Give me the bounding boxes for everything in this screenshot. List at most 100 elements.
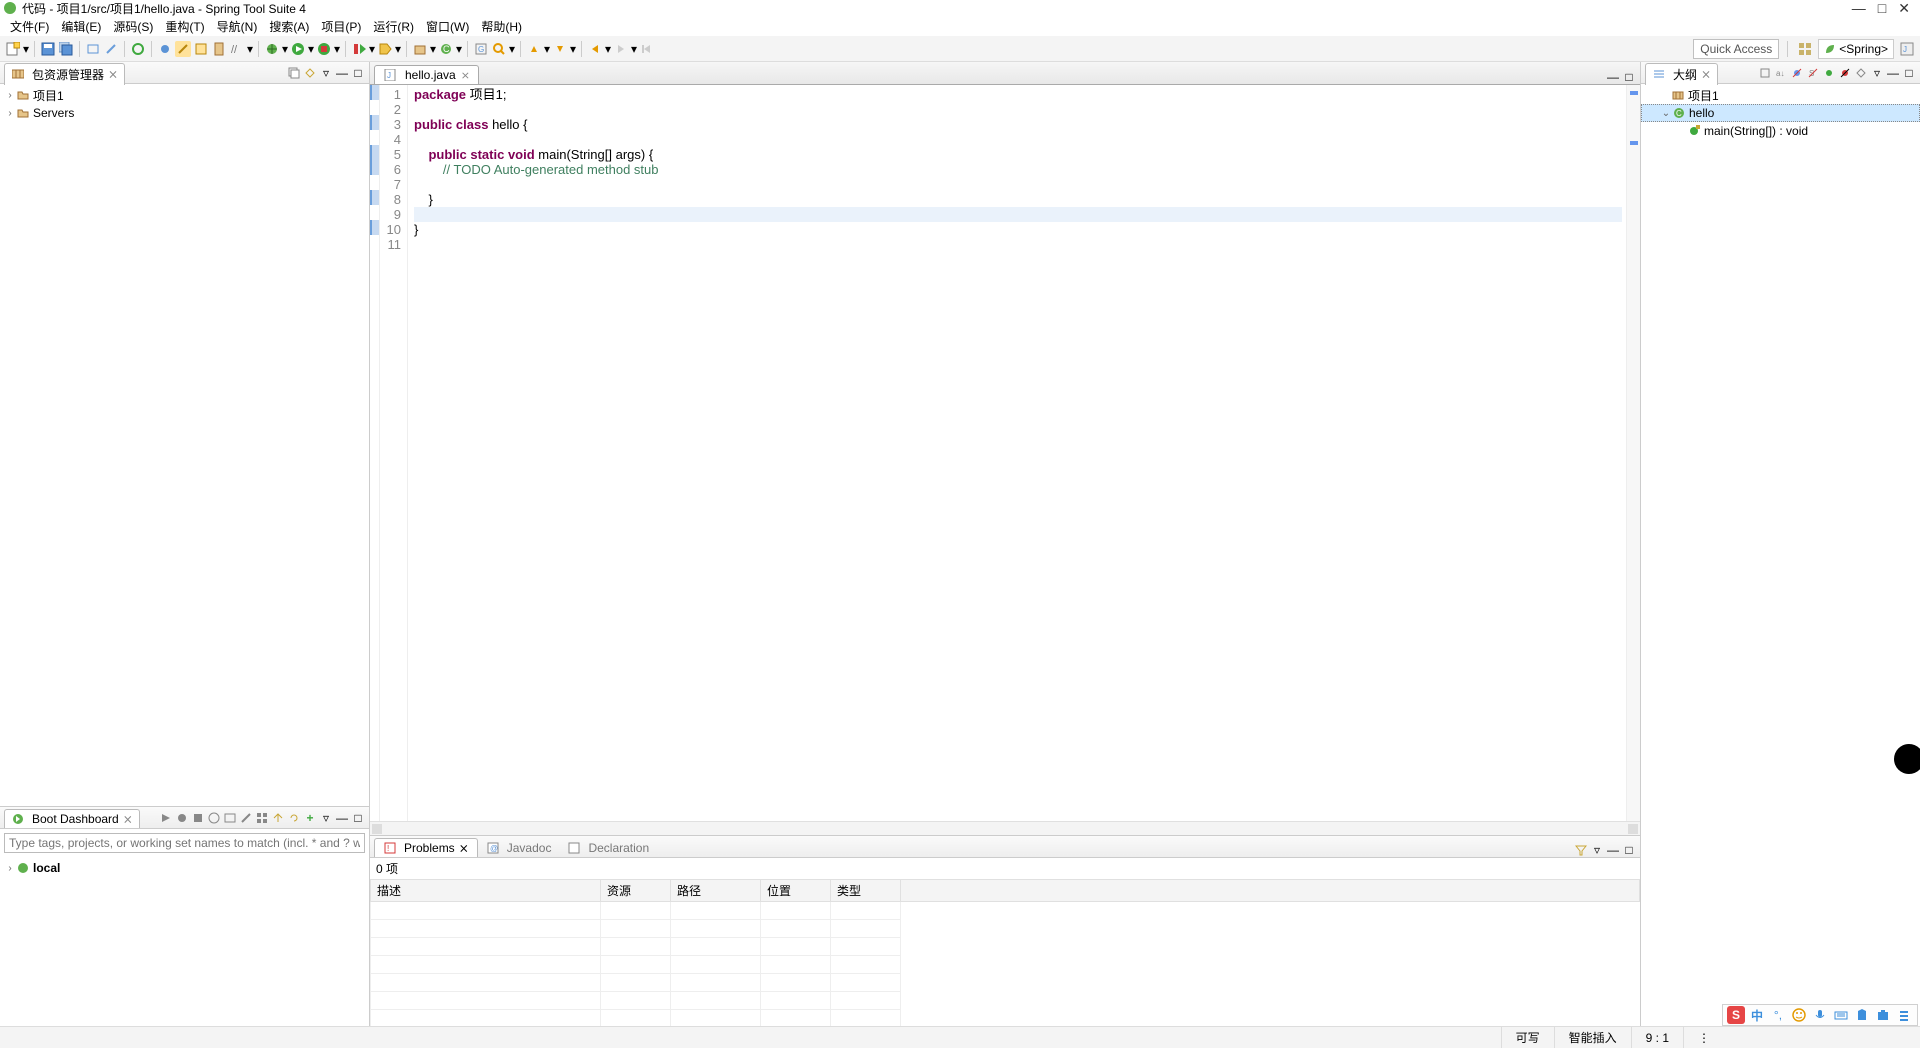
minimize-view-icon[interactable]: — <box>335 811 349 825</box>
ime-lang-icon[interactable]: 中 <box>1748 1006 1766 1024</box>
save-all-button[interactable] <box>58 41 74 57</box>
dropdown-icon[interactable]: ▾ <box>246 42 254 56</box>
tree-row[interactable]: ›项目1 <box>0 86 369 104</box>
view-menu-icon[interactable]: ▿ <box>1870 66 1884 80</box>
perspective-spring[interactable]: <Spring> <box>1818 39 1894 59</box>
tab-problems[interactable]: ! Problems ⨯ <box>374 838 478 857</box>
open-perspective-icon[interactable] <box>1797 41 1813 57</box>
minimize-view-icon[interactable]: — <box>1606 843 1620 857</box>
last-edit-icon[interactable] <box>639 41 655 57</box>
bd-add-icon[interactable]: + <box>303 811 317 825</box>
column-header[interactable]: 资源 <box>601 880 671 902</box>
dropdown-icon[interactable]: ▾ <box>630 42 638 56</box>
column-header[interactable]: 路径 <box>671 880 761 902</box>
expand-icon[interactable]: › <box>4 90 16 101</box>
minimize-editor-icon[interactable]: — <box>1606 70 1620 84</box>
ime-brand-icon[interactable]: S <box>1727 1006 1745 1024</box>
dropdown-icon[interactable]: ▾ <box>368 42 376 56</box>
package-explorer-tab[interactable]: 包资源管理器 ⨯ <box>4 63 125 85</box>
minimize-button[interactable]: — <box>1852 0 1866 17</box>
open-type-icon[interactable]: G <box>473 41 489 57</box>
tab-declaration[interactable]: Declaration <box>559 839 657 857</box>
collapse-all-icon[interactable] <box>287 66 301 80</box>
dropdown-icon[interactable]: ▾ <box>455 42 463 56</box>
maximize-view-icon[interactable]: □ <box>1902 66 1916 80</box>
ime-toolbar[interactable]: S 中 °, <box>1722 1004 1918 1026</box>
ime-voice-icon[interactable] <box>1811 1006 1829 1024</box>
column-header[interactable]: 类型 <box>831 880 901 902</box>
toggle-comment-icon[interactable]: // <box>229 41 245 57</box>
menu-item[interactable]: 搜索(A) <box>263 16 315 37</box>
maximize-button[interactable]: □ <box>1878 0 1886 17</box>
maximize-view-icon[interactable]: □ <box>351 66 365 80</box>
maximize-editor-icon[interactable]: □ <box>1622 70 1636 84</box>
minimize-view-icon[interactable]: — <box>1886 66 1900 80</box>
tab-javadoc[interactable]: @ Javadoc <box>478 839 560 857</box>
new-class-icon[interactable]: C <box>438 41 454 57</box>
bd-edit-icon[interactable] <box>239 811 253 825</box>
menu-item[interactable]: 源码(S) <box>107 16 159 37</box>
dropdown-icon[interactable]: ▾ <box>333 42 341 56</box>
bd-refresh-icon[interactable] <box>287 811 301 825</box>
view-menu-icon[interactable]: ▿ <box>319 811 333 825</box>
view-menu-icon[interactable]: ▿ <box>1590 843 1604 857</box>
maximize-view-icon[interactable]: □ <box>351 811 365 825</box>
package-explorer-tree[interactable]: ›项目1›Servers <box>0 84 369 806</box>
outline-row[interactable]: 项目1 <box>1641 86 1920 104</box>
close-icon[interactable]: ⨯ <box>123 812 133 826</box>
code-content[interactable]: package 项目1;public class hello { public … <box>408 85 1626 821</box>
filter-icon[interactable] <box>1574 843 1588 857</box>
bd-grid-icon[interactable] <box>255 811 269 825</box>
floating-assist-button[interactable] <box>1894 744 1920 774</box>
pin-highlight-icon[interactable] <box>175 41 191 57</box>
bd-stop-icon[interactable] <box>191 811 205 825</box>
new-package-icon[interactable] <box>412 41 428 57</box>
menu-item[interactable]: 编辑(E) <box>55 16 107 37</box>
bd-debug-icon[interactable] <box>175 811 189 825</box>
forward-button[interactable] <box>613 41 629 57</box>
code-editor[interactable]: 1234567891011 package 项目1;public class h… <box>370 84 1640 821</box>
menu-item[interactable]: 帮助(H) <box>475 16 528 37</box>
expand-icon[interactable]: › <box>4 108 16 119</box>
dropdown-icon[interactable]: ▾ <box>543 42 551 56</box>
minimize-view-icon[interactable]: — <box>335 66 349 80</box>
close-icon[interactable]: ⨯ <box>459 841 469 855</box>
close-icon[interactable]: ⨯ <box>1701 67 1711 81</box>
outline-row[interactable]: main(String[]) : void <box>1641 122 1920 140</box>
dropdown-icon[interactable]: ▾ <box>394 42 402 56</box>
overview-ruler[interactable] <box>1626 85 1640 821</box>
status-menu-icon[interactable]: ⋮ <box>1683 1027 1724 1048</box>
prev-annotation-icon[interactable] <box>526 41 542 57</box>
note-icon[interactable] <box>193 41 209 57</box>
editor-tab-hello[interactable]: J hello.java ⨯ <box>374 65 479 84</box>
rect-tool-icon[interactable] <box>85 41 101 57</box>
coverage-button[interactable] <box>316 41 332 57</box>
ime-settings-icon[interactable] <box>1895 1006 1913 1024</box>
new-button[interactable] <box>5 41 21 57</box>
bd-export-icon[interactable] <box>271 811 285 825</box>
run-button[interactable] <box>290 41 306 57</box>
wand-icon[interactable] <box>103 41 119 57</box>
boot-dashboard-filter[interactable] <box>4 833 365 853</box>
dropdown-icon[interactable]: ▾ <box>569 42 577 56</box>
problems-table[interactable]: 描述资源路径位置类型 <box>370 879 1640 1026</box>
menu-item[interactable]: 窗口(W) <box>420 16 475 37</box>
ime-keyboard-icon[interactable] <box>1832 1006 1850 1024</box>
sort-icon[interactable]: a↓ <box>1774 66 1788 80</box>
column-header[interactable]: 位置 <box>761 880 831 902</box>
dropdown-icon[interactable]: ▾ <box>22 42 30 56</box>
hide-nonpublic-icon[interactable] <box>1822 66 1836 80</box>
tree-row[interactable]: ›Servers <box>0 104 369 122</box>
debug-button[interactable] <box>264 41 280 57</box>
dropdown-icon[interactable]: ▾ <box>604 42 612 56</box>
outline-row[interactable]: ⌄Chello <box>1641 104 1920 122</box>
tree-row-local[interactable]: › local <box>0 859 369 877</box>
close-icon[interactable]: ⨯ <box>108 67 118 81</box>
link-editor-icon[interactable] <box>1854 66 1868 80</box>
expand-icon[interactable]: › <box>4 863 16 874</box>
bd-run-icon[interactable] <box>159 811 173 825</box>
next-annotation-icon[interactable] <box>552 41 568 57</box>
focus-icon[interactable] <box>1758 66 1772 80</box>
search-icon[interactable] <box>491 41 507 57</box>
bd-globe-icon[interactable] <box>207 811 221 825</box>
